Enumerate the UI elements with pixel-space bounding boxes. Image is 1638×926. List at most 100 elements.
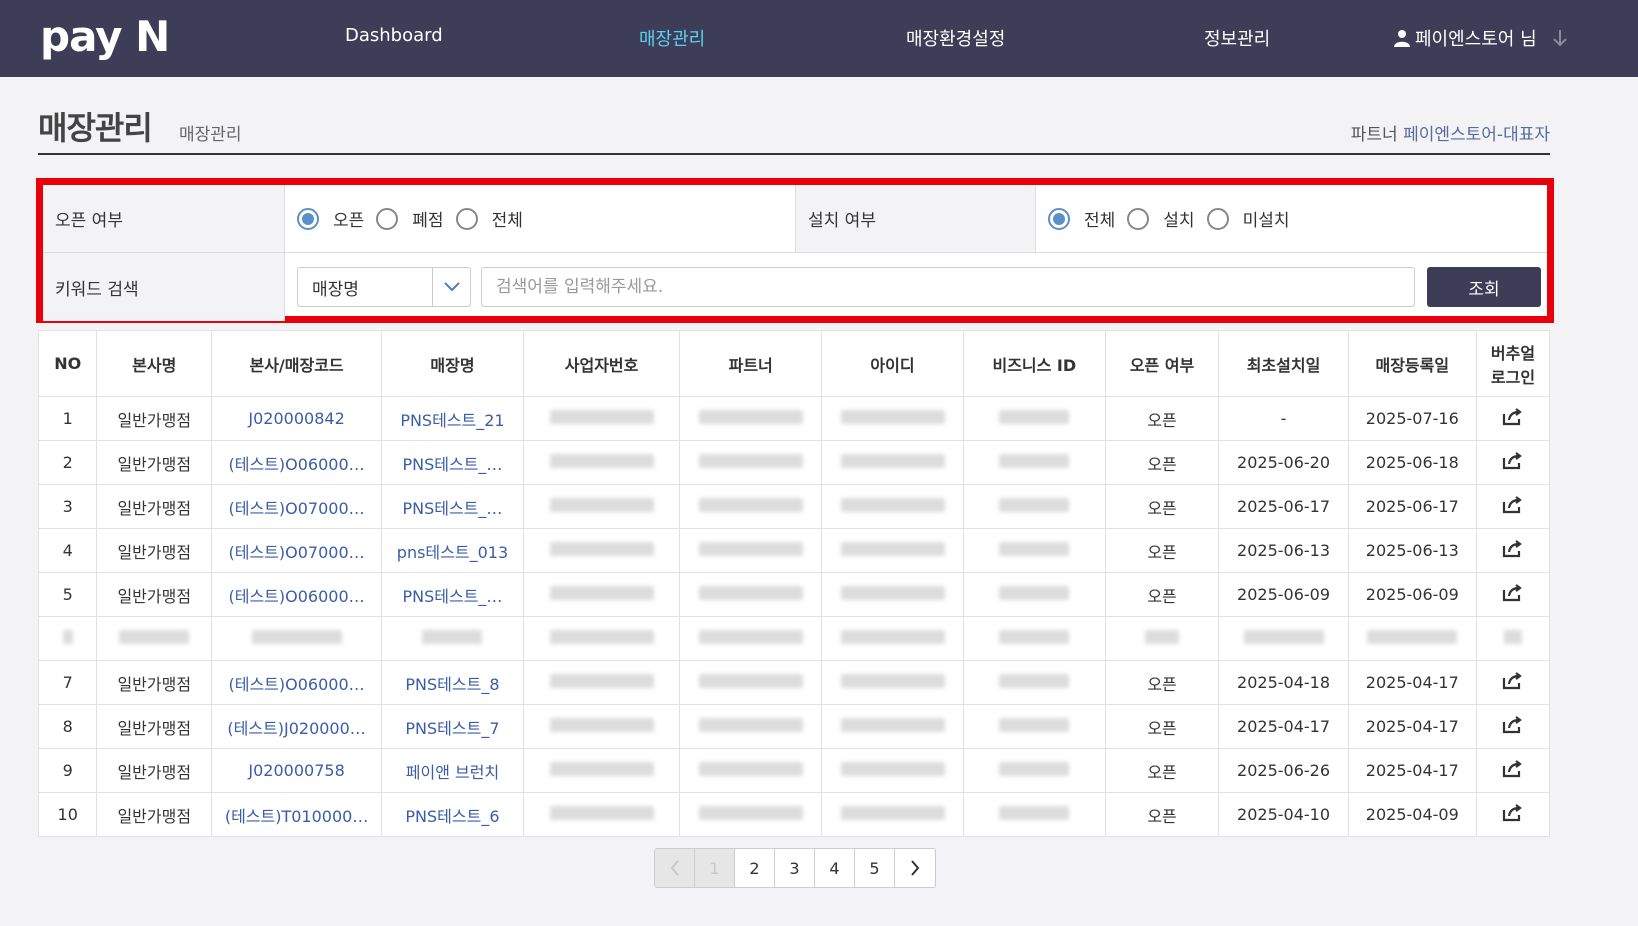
cell-store[interactable]: PNS테스트_8 — [381, 660, 524, 705]
cell-store[interactable]: PNS테스트_21 — [381, 396, 524, 441]
redacted-cell — [962, 616, 1106, 661]
external-login-icon[interactable] — [1502, 539, 1524, 562]
partner-info: 파트너 페이엔스토어-대표자 — [1351, 120, 1550, 145]
external-login-icon[interactable] — [1502, 407, 1524, 430]
redacted-value — [840, 718, 945, 732]
cell-code[interactable]: (테스트)O06000… — [211, 440, 383, 485]
virtual-login-cell[interactable] — [1475, 660, 1551, 705]
page-1[interactable]: 1 — [695, 849, 735, 887]
redacted-cell — [679, 528, 823, 573]
external-login-icon[interactable] — [1502, 671, 1524, 694]
table-row[interactable]: 4 일반가맹점 (테스트)O07000… pns테스트_013 오픈 2025-06-13… — [37, 528, 1551, 573]
cell-registered: 2025-04-17 — [1347, 660, 1477, 705]
page-5[interactable]: 5 — [855, 849, 895, 887]
nav-store-management[interactable]: 매장관리 — [639, 25, 705, 51]
table-row[interactable]: 9 일반가맹점 J020000758 페이앤 브런치 오픈 2025-06-26 2025-… — [37, 748, 1551, 793]
redacted-cell — [962, 748, 1106, 793]
virtual-login-cell[interactable] — [1475, 792, 1551, 837]
cell-code[interactable]: (테스트)O07000… — [211, 484, 383, 529]
keyword-type-value: 매장명 — [312, 279, 359, 300]
radio-all-open[interactable]: 전체 — [455, 206, 523, 231]
external-login-icon[interactable] — [1502, 495, 1524, 518]
redacted-cell — [679, 616, 823, 661]
virtual-login-cell[interactable] — [1475, 704, 1551, 749]
nav-dashboard[interactable]: Dashboard — [345, 25, 443, 46]
user-menu[interactable]: 페이엔스토어 님 — [1393, 25, 1569, 51]
virtual-login-cell[interactable] — [1475, 484, 1551, 529]
radio-closed[interactable]: 폐점 — [376, 206, 444, 231]
redacted-cell[interactable] — [381, 616, 524, 661]
nav-store-settings[interactable]: 매장환경설정 — [906, 25, 1005, 51]
cell-first_install: 2025-04-10 — [1218, 792, 1349, 837]
cell-open: 오픈 — [1104, 660, 1220, 705]
keyword-type-select[interactable]: 매장명 — [297, 267, 471, 307]
cell-code[interactable]: (테스트)O06000… — [211, 572, 383, 617]
payn-logo[interactable]: pay N — [40, 14, 170, 60]
redacted-cell[interactable] — [211, 616, 383, 661]
redacted-cell — [821, 396, 964, 441]
chevron-left-icon — [670, 860, 679, 876]
external-login-icon[interactable] — [1502, 759, 1524, 782]
radio-not-installed[interactable]: 미설치 — [1206, 206, 1289, 231]
table-row[interactable]: 3 일반가맹점 (테스트)O07000… PNS테스트_… 오픈 2025-06-17 20… — [37, 484, 1551, 529]
cell-code[interactable]: (테스트)O06000… — [211, 660, 383, 705]
cell-code[interactable]: J020000758 — [211, 748, 383, 793]
prev-page-button[interactable] — [655, 849, 695, 887]
install-status-label: 설치 여부 — [796, 185, 1036, 252]
filter-row-keyword: 키워드 검색 매장명 조회 — [43, 253, 1547, 321]
cell-store[interactable]: PNS테스트_… — [381, 440, 524, 485]
cell-hq: 일반가맹점 — [96, 660, 213, 705]
virtual-login-cell[interactable] — [1475, 616, 1551, 661]
cell-code[interactable]: (테스트)J020000… — [211, 704, 383, 749]
radio-checked-icon — [1048, 207, 1070, 230]
search-button[interactable]: 조회 — [1427, 267, 1541, 307]
page-2[interactable]: 2 — [735, 849, 775, 887]
nav-info-management[interactable]: 정보관리 — [1204, 25, 1270, 51]
radio-open-label: 오픈 — [333, 211, 365, 231]
external-login-icon[interactable] — [1502, 451, 1524, 474]
cell-no: 8 — [37, 704, 98, 749]
cell-registered: 2025-04-17 — [1347, 704, 1477, 749]
top-navigation-bar: pay N Dashboard 매장관리 매장환경설정 정보관리 페이엔스토어 … — [0, 0, 1638, 77]
radio-installed[interactable]: 설치 — [1127, 206, 1195, 231]
filter-row-status: 오픈 여부 오픈 폐점 전체 설치 여부 전체 설치 미설치 — [43, 185, 1547, 253]
cell-store[interactable]: PNS테스트_… — [381, 572, 524, 617]
column-header: 본사명 — [96, 330, 213, 397]
table-row[interactable]: 1 일반가맹점 J020000842 PNS테스트_21 오픈 -2025-07-16 — [37, 396, 1551, 441]
table-row[interactable]: 2 일반가맹점 (테스트)O06000… PNS테스트_… 오픈 2025-06-20 20… — [37, 440, 1551, 485]
table-row[interactable]: 8 일반가맹점 (테스트)J020000… PNS테스트_7 오픈 2025-04-17 2… — [37, 704, 1551, 749]
table-row[interactable]: 7 일반가맹점 (테스트)O06000… PNS테스트_8 오픈 2025-04-18 20… — [37, 660, 1551, 705]
table-row[interactable] — [37, 616, 1551, 661]
radio-open[interactable]: 오픈 — [297, 206, 364, 231]
cell-open: 오픈 — [1104, 704, 1220, 749]
cell-code[interactable]: J020000842 — [211, 396, 383, 441]
redacted-cell — [679, 748, 823, 793]
virtual-login-cell[interactable] — [1475, 748, 1551, 793]
search-input[interactable] — [481, 267, 1415, 307]
next-page-button[interactable] — [895, 849, 935, 887]
table-row[interactable]: 5 일반가맹점 (테스트)O06000… PNS테스트_… 오픈 2025-06-09 20… — [37, 572, 1551, 617]
redacted-cell — [522, 792, 681, 837]
page-3[interactable]: 3 — [775, 849, 815, 887]
virtual-login-cell[interactable] — [1475, 528, 1551, 573]
page-4[interactable]: 4 — [815, 849, 855, 887]
arrow-down-icon[interactable] — [1551, 28, 1569, 48]
virtual-login-cell[interactable] — [1475, 440, 1551, 485]
redacted-value — [698, 586, 803, 600]
cell-code[interactable]: (테스트)O07000… — [211, 528, 383, 573]
external-login-icon[interactable] — [1502, 583, 1524, 606]
radio-all-install[interactable]: 전체 — [1048, 206, 1115, 231]
virtual-login-cell[interactable] — [1475, 396, 1551, 441]
external-login-icon[interactable] — [1502, 715, 1524, 738]
cell-store[interactable]: 페이앤 브런치 — [381, 748, 524, 793]
virtual-login-cell[interactable] — [1475, 572, 1551, 617]
redacted-value — [698, 410, 803, 424]
cell-store[interactable]: PNS테스트_7 — [381, 704, 524, 749]
cell-store[interactable]: PNS테스트_6 — [381, 792, 524, 837]
cell-store[interactable]: pns테스트_013 — [381, 528, 524, 573]
cell-code[interactable]: (테스트)T010000… — [211, 792, 383, 837]
external-login-icon[interactable] — [1502, 803, 1524, 826]
table-row[interactable]: 10 일반가맹점 (테스트)T010000… PNS테스트_6 오픈 2025-04-10… — [37, 792, 1551, 837]
redacted-value — [698, 718, 803, 732]
cell-store[interactable]: PNS테스트_… — [381, 484, 524, 529]
